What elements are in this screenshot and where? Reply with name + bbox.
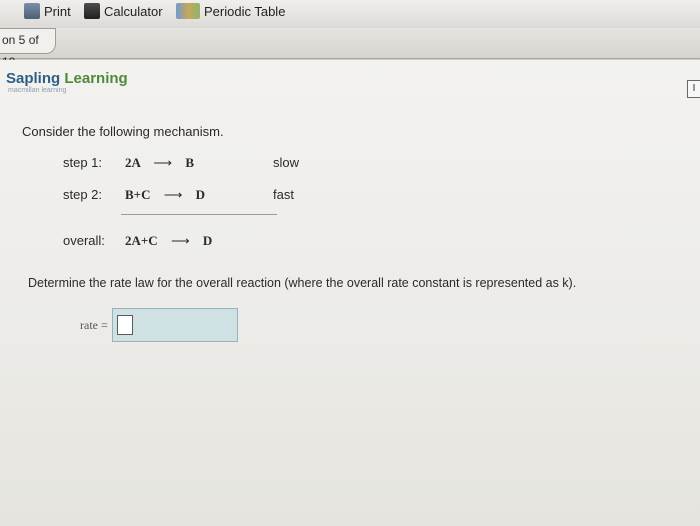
logo-brand: Sapling — [6, 70, 61, 87]
step-1-product: B — [185, 155, 194, 170]
logo-brand2: Learning — [64, 70, 128, 87]
periodic-table-icon — [176, 3, 200, 19]
answer-row: rate = — [80, 308, 238, 342]
step-1-equation: 2A ⟶ B — [125, 155, 194, 171]
question-tab[interactable]: on 5 of 10 — [0, 28, 56, 69]
print-label: Print — [44, 3, 71, 19]
step-2-equation: B+C ⟶ D — [125, 187, 205, 203]
answer-label: rate = — [80, 317, 108, 332]
overall-product: D — [202, 233, 213, 248]
summation-line — [121, 214, 277, 215]
periodic-table-button[interactable]: Periodic Table — [176, 3, 285, 19]
printer-icon — [24, 3, 40, 19]
toolbar: Print Calculator Periodic Table — [0, 0, 700, 29]
step-1: step 1: 2A ⟶ B slow — [63, 155, 323, 187]
step-1-rate: slow — [273, 155, 300, 170]
mechanism: step 1: 2A ⟶ B slow step 2: B+C ⟶ D fast… — [63, 155, 323, 265]
calculator-label: Calculator — [104, 3, 163, 19]
reaction-arrow-icon: ⟶ — [153, 155, 173, 170]
problem-prompt: Consider the following mechanism. — [22, 124, 224, 139]
step-2-label: step 2: — [63, 187, 103, 202]
overall-reactants: 2A+C — [125, 233, 158, 248]
question-panel: Sapling Learning macmillan learning I Co… — [0, 60, 700, 526]
overall-equation: 2A+C ⟶ D — [125, 233, 212, 249]
print-button[interactable]: Print — [24, 3, 71, 19]
question-nav-bar: on 5 of 10 — [0, 28, 700, 69]
side-panel-handle[interactable]: I — [687, 80, 700, 98]
step-2-rate: fast — [273, 187, 294, 202]
calculator-icon — [84, 3, 100, 19]
step-1-reactants: 2A — [125, 155, 141, 170]
rate-law-input[interactable] — [111, 308, 238, 342]
question-text: Determine the rate law for the overall r… — [28, 276, 577, 290]
step-2-product: D — [195, 187, 205, 202]
calculator-button[interactable]: Calculator — [84, 3, 163, 19]
reaction-arrow-icon: ⟶ — [163, 187, 183, 202]
sapling-logo: Sapling Learning macmillan learning — [6, 70, 128, 94]
periodic-table-label: Periodic Table — [204, 3, 286, 19]
answer-cursor-box[interactable] — [116, 315, 133, 335]
reaction-arrow-icon: ⟶ — [170, 233, 190, 248]
step-2-reactants: B+C — [125, 187, 151, 202]
step-1-label: step 1: — [63, 155, 103, 170]
logo-subtitle: macmillan learning — [8, 87, 67, 94]
overall-reaction: overall: 2A+C ⟶ D — [63, 233, 323, 265]
side-panel-handle-label: I — [692, 83, 696, 94]
overall-label: overall: — [63, 233, 105, 248]
logo-text: Sapling Learning — [6, 70, 128, 87]
